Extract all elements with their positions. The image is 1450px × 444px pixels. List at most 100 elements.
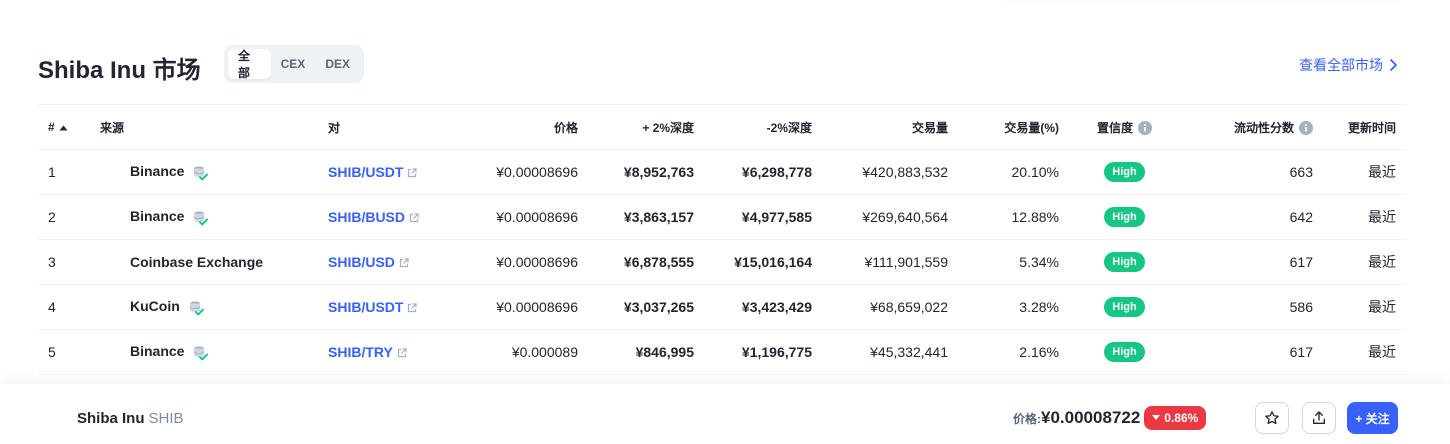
col-volume-pct[interactable]: 交易量(%) [958,104,1069,150]
rank-cell: 3 [38,239,90,285]
pair-cell: SHIB/BUSD [318,194,448,240]
sort-up-icon [59,125,68,131]
confidence-badge: High [1104,252,1145,272]
tab-cex[interactable]: CEX [271,49,316,79]
confidence-cell: High [1069,149,1180,195]
exchange-name[interactable]: Binance [100,208,184,224]
pair-link[interactable]: SHIB/USD [328,254,409,270]
depth-minus-cell: ¥3,423,429 [704,284,822,330]
exchange-cell[interactable]: Binance [90,149,318,195]
share-icon [1313,411,1325,424]
tab-all[interactable]: 全部 [228,49,271,80]
exchange-cell[interactable]: Binance [90,194,318,240]
col-rank[interactable]: # [38,104,90,150]
table-row[interactable]: 1 Binance SHIB/USDT ¥0.00008696 ¥8,952,763 ¥6… [38,149,1406,195]
external-link-icon [409,213,419,223]
price-label: 价格: [1013,411,1041,426]
col-price[interactable]: 价格 [448,104,588,150]
updated-cell: 最近 [1323,194,1406,240]
external-link-icon [399,258,409,268]
pair-link[interactable]: SHIB/USDT [328,164,418,180]
watchlist-star-button[interactable] [1255,402,1289,434]
price-value: ¥0.00008722 [1041,408,1141,427]
external-link-icon [397,348,407,358]
volume-pct-cell: 2.16% [958,329,1069,375]
exchange-name[interactable]: Coinbase Exchange [100,254,263,270]
table-row[interactable]: 5 Binance SHIB/TRY ¥0.000089 ¥846,995 ¥1,196,… [38,329,1406,375]
col-source[interactable]: 来源 [90,104,318,150]
coin-name: Shiba Inu SHIB [77,410,184,427]
exchange-cell[interactable]: Binance [90,329,318,375]
depth-plus-cell: ¥3,037,265 [588,284,704,330]
col-volume[interactable]: 交易量 [822,104,958,150]
pair-cell: SHIB/USD [318,239,448,285]
col-pair[interactable]: 对 [318,104,448,150]
exchange-name[interactable]: Binance [100,163,184,179]
price-cell: ¥0.00008696 [448,239,588,285]
share-button[interactable] [1302,402,1336,434]
confidence-badge: High [1104,297,1145,317]
col-updated[interactable]: 更新时间 [1323,104,1406,150]
confidence-cell: High [1069,329,1180,375]
price-change-badge: 0.86% [1144,406,1207,430]
info-icon[interactable] [1299,121,1313,136]
chevron-right-icon [1390,59,1397,71]
database-check-icon [193,166,209,181]
rank-cell: 4 [38,284,90,330]
exchange-cell[interactable]: Coinbase Exchange [90,239,318,285]
confidence-badge: High [1104,207,1145,227]
view-all-markets-link[interactable]: 查看全部市场 [1299,55,1398,75]
volume-pct-cell: 12.88% [958,194,1069,240]
depth-plus-cell: ¥846,995 [588,329,704,375]
exchange-cell[interactable]: KuCoin [90,284,318,330]
confidence-cell: High [1069,194,1180,240]
coin-symbol: SHIB [148,410,184,427]
exchange-name[interactable]: Binance [100,343,184,359]
col-depth-plus[interactable]: + 2%深度 [588,104,704,150]
table-row[interactable]: 4 KuCoin SHIB/USDT ¥0.00008696 ¥3,037,265 ¥3,… [38,284,1406,330]
page-title: Shiba Inu 市场 [38,57,201,84]
view-all-label: 查看全部市场 [1299,57,1383,73]
updated-cell: 最近 [1323,239,1406,285]
volume-pct-cell: 20.10% [958,149,1069,195]
pair-cell: SHIB/USDT [318,149,448,195]
table-row[interactable]: 2 Binance SHIB/BUSD ¥0.00008696 ¥3,863,157 ¥4… [38,194,1406,240]
pair-link[interactable]: SHIB/TRY [328,344,407,360]
markets-header: Shiba Inu 市场 全部 CEX DEX 查看全部市场 [38,44,1400,84]
confidence-cell: High [1069,284,1180,330]
tab-dex[interactable]: DEX [315,49,360,79]
updated-cell: 最近 [1323,329,1406,375]
sticky-coin-bar: Shiba Inu SHIB 价格: ¥0.00008722 0.86% + 关注 [0,384,1450,444]
rank-cell: 1 [38,149,90,195]
rank-cell: 2 [38,194,90,240]
external-link-icon [408,303,418,313]
depth-minus-cell: ¥6,298,778 [704,149,822,195]
info-icon[interactable] [1138,121,1152,136]
price-cell: ¥0.000089 [448,329,588,375]
follow-button[interactable]: + 关注 [1347,402,1398,434]
table-row[interactable]: 3 Coinbase Exchange SHIB/USD ¥0.00008696 ¥6,… [38,239,1406,285]
volume-cell: ¥45,332,441 [822,329,958,375]
confidence-badge: High [1104,342,1145,362]
pair-link[interactable]: SHIB/USDT [328,299,418,315]
external-link-icon [408,168,418,178]
depth-plus-cell: ¥6,878,555 [588,239,704,285]
markets-table-body: 1 Binance SHIB/USDT ¥0.00008696 ¥8,952,763 ¥6… [38,149,1406,375]
database-check-icon [193,346,209,361]
pair-link[interactable]: SHIB/BUSD [328,209,419,225]
exchange-name[interactable]: KuCoin [100,298,180,314]
pair-cell: SHIB/USDT [318,284,448,330]
col-confidence[interactable]: 置信度 [1069,104,1180,150]
updated-cell: 最近 [1323,149,1406,195]
market-type-tabs: 全部 CEX DEX [224,45,364,83]
liquidity-cell: 642 [1180,194,1323,240]
confidence-cell: High [1069,239,1180,285]
star-icon [1265,411,1279,425]
coin-price: 价格: ¥0.00008722 0.86% [1013,406,1207,430]
liquidity-cell: 617 [1180,239,1323,285]
top-search-stub [1002,0,1402,4]
liquidity-cell: 617 [1180,329,1323,375]
price-cell: ¥0.00008696 [448,149,588,195]
col-liquidity[interactable]: 流动性分数 [1180,104,1323,150]
col-depth-minus[interactable]: -2%深度 [704,104,822,150]
